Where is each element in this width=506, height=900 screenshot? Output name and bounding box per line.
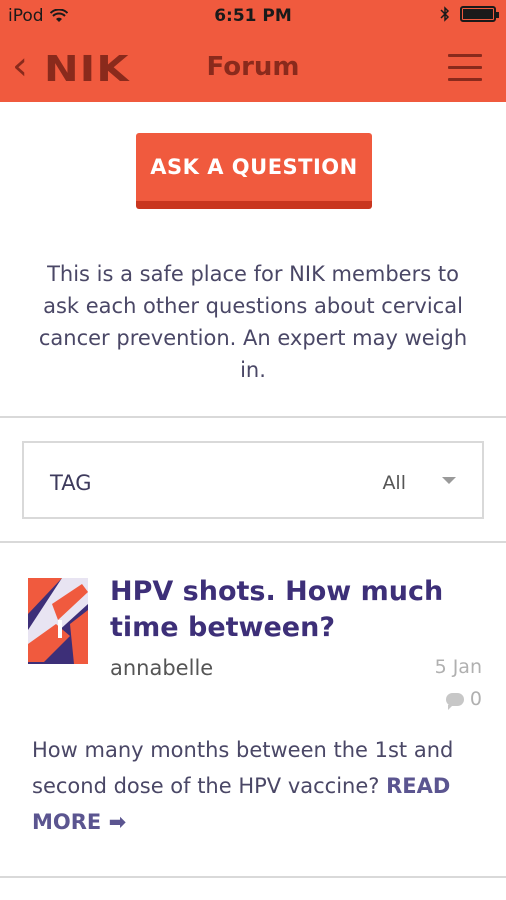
divider [0,876,506,878]
comment-count-value: 0 [469,688,482,710]
forum-intro-text: This is a safe place for NIK members to … [38,262,468,382]
divider [0,416,506,418]
bluetooth-icon [440,6,450,22]
divider [0,541,506,543]
forum-post[interactable]: HPV shots. How much time between? annabe… [0,560,506,860]
tag-filter-value: All [382,472,406,494]
post-author: annabelle [110,656,214,680]
post-avatar [28,578,88,664]
hamburger-menu-icon[interactable] [448,54,482,82]
ask-question-button[interactable]: ASK A QUESTION [136,133,372,209]
comment-bubble-icon [445,692,464,710]
post-date: 5 Jan [434,656,482,678]
post-comment-count: 0 [445,688,482,710]
status-bar: iPod 6:51 PM [0,0,506,34]
battery-icon [460,6,499,22]
page-title: Forum [206,52,300,82]
post-excerpt: How many months between the 1st and seco… [32,732,476,840]
post-title[interactable]: HPV shots. How much time between? [110,574,490,646]
dropdown-caret-icon [442,477,456,484]
nav-bar: ‹ NIK Forum [0,34,506,102]
status-right [440,6,499,22]
tag-filter-select[interactable]: TAG All [22,441,484,519]
status-time: 6:51 PM [214,6,292,26]
tag-filter-label: TAG [50,471,92,495]
